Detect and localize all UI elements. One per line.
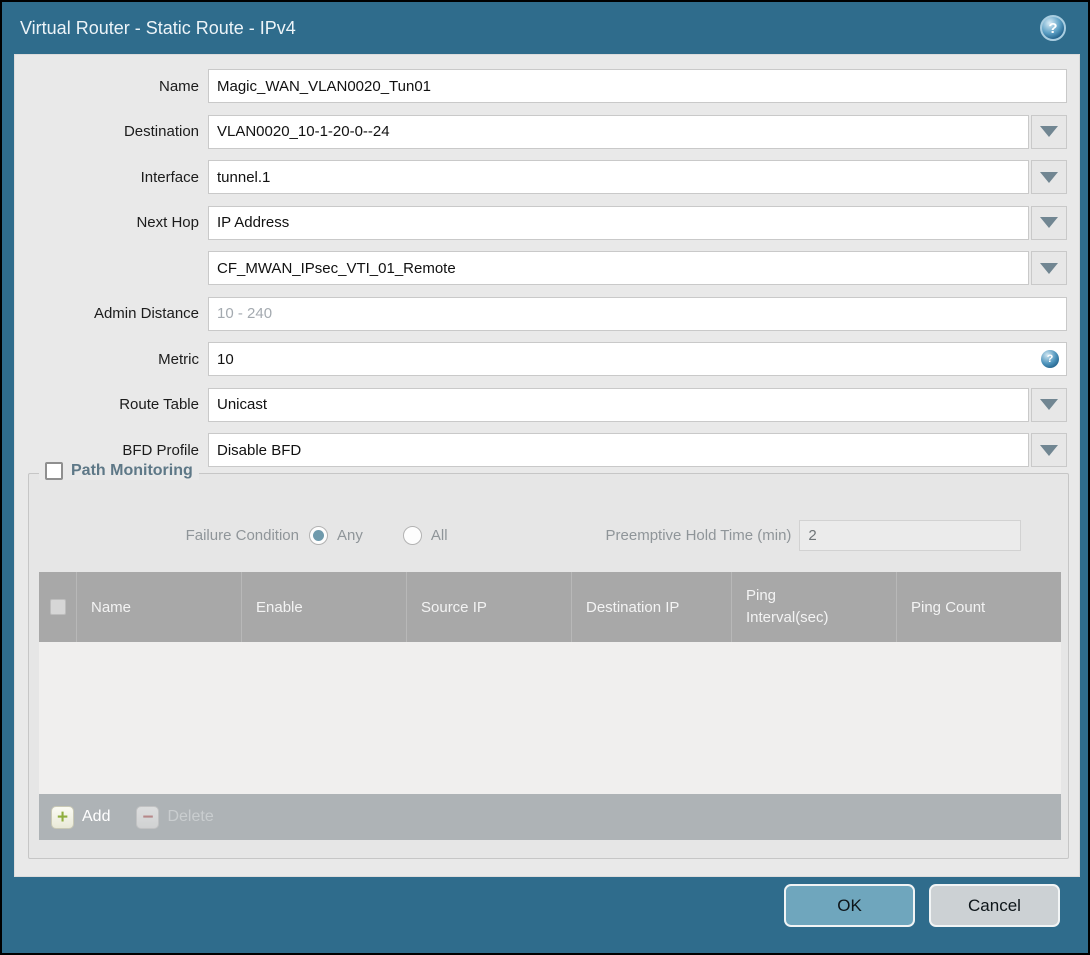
add-button-label: Add [82,808,111,825]
header-label: Source IP [421,598,487,616]
route-table-dropdown-button[interactable] [1031,387,1067,422]
form-row-interface: Interface [15,160,1079,194]
dialog-virtual-router-static-route: Virtual Router - Static Route - IPv4 ? N… [0,0,1090,955]
metric-input[interactable] [208,342,1067,376]
preemptive-hold-time-input[interactable] [799,519,1022,551]
help-icon[interactable]: ? [1040,15,1066,41]
add-button[interactable]: + Add [51,805,111,829]
destination-dropdown-button[interactable] [1031,114,1067,149]
path-monitoring-checkbox[interactable] [45,462,63,480]
path-monitoring-table: Name Enable Source IP Destination IP Pin… [39,572,1061,840]
delete-button[interactable]: − Delete [136,805,214,829]
table-toolbar: + Add − Delete [39,794,1061,840]
bfd-profile-dropdown-button[interactable] [1031,433,1067,467]
path-monitoring-legend: Path Monitoring [39,462,199,480]
metric-help-icon[interactable]: ? [1041,350,1059,368]
name-input[interactable] [208,69,1067,103]
failure-condition-any-label: Any [337,526,363,544]
table-header-source-ip[interactable]: Source IP [406,572,571,642]
table-header-ping-count[interactable]: Ping Count [896,572,1061,642]
table-header-row: Name Enable Source IP Destination IP Pin… [39,572,1061,642]
plus-icon: + [51,805,74,829]
interface-label: Interface [140,168,199,186]
table-header-enable[interactable]: Enable [241,572,406,642]
form-row-next-hop-address [15,251,1079,285]
form-row-destination: Destination [15,114,1079,149]
chevron-down-icon [1040,171,1058,183]
chevron-down-icon [1040,126,1058,137]
dialog-body: Name Destination Interface [14,54,1080,877]
failure-condition-all-option[interactable]: All [402,525,448,545]
header-label: Ping Count [911,598,986,616]
next-hop-address-dropdown-button[interactable] [1031,251,1067,285]
form-row-next-hop: Next Hop [15,205,1079,240]
radio-selected-icon [309,525,328,545]
cancel-button[interactable]: Cancel [929,884,1060,927]
radio-unselected-icon [402,525,422,545]
route-table-label: Route Table [119,396,199,413]
path-monitoring-title: Path Monitoring [71,462,193,479]
table-select-all-cell [39,572,76,642]
destination-input[interactable] [208,114,1029,149]
interface-dropdown-button[interactable] [1031,160,1067,194]
chevron-down-icon [1040,217,1058,228]
dialog-title: Virtual Router - Static Route - IPv4 [20,17,296,38]
next-hop-type-input[interactable] [208,205,1029,240]
ok-button[interactable]: OK [784,884,915,927]
interface-input[interactable] [208,160,1029,194]
bfd-profile-label: BFD Profile [122,441,199,459]
header-label: Destination IP [586,598,680,616]
form-row-metric: Metric ? [15,342,1079,376]
header-label: Ping Interval(sec) [746,587,829,626]
admin-distance-label: Admin Distance [93,305,199,322]
bfd-profile-input[interactable] [208,433,1029,467]
dialog-titlebar: Virtual Router - Static Route - IPv4 [2,2,1088,54]
path-monitoring-options-row: Failure Condition Any All Preemptive Hol… [29,518,1068,552]
select-all-checkbox[interactable] [49,599,66,615]
route-table-input[interactable] [208,387,1029,422]
form-row-route-table: Route Table [15,387,1079,422]
chevron-down-icon [1040,444,1058,456]
header-label: Name [91,598,132,616]
failure-condition-any-option[interactable]: Any [309,525,363,545]
destination-label: Destination [123,123,199,140]
minus-icon: − [136,805,160,829]
form-row-admin-distance: Admin Distance [15,296,1079,331]
delete-button-label: Delete [167,808,214,825]
next-hop-label: Next Hop [136,214,199,231]
path-monitoring-section: Path Monitoring Failure Condition Any Al… [28,462,1069,859]
next-hop-type-dropdown-button[interactable] [1031,205,1067,240]
chevron-down-icon [1040,262,1058,274]
admin-distance-input[interactable] [208,296,1067,331]
preemptive-hold-time-label: Preemptive Hold Time (min) [605,526,792,544]
failure-condition-all-label: All [430,526,448,544]
header-label: Enable [256,598,303,616]
failure-condition-label: Failure Condition [185,526,299,544]
table-body-empty [39,642,1061,794]
table-header-ping-interval[interactable]: Ping Interval(sec) [731,572,896,642]
form-row-name: Name [15,69,1079,103]
name-label: Name [158,77,199,95]
table-header-destination-ip[interactable]: Destination IP [571,572,731,642]
metric-label: Metric [158,350,199,368]
chevron-down-icon [1040,399,1058,410]
next-hop-address-input[interactable] [208,251,1029,285]
table-header-name[interactable]: Name [76,572,241,642]
